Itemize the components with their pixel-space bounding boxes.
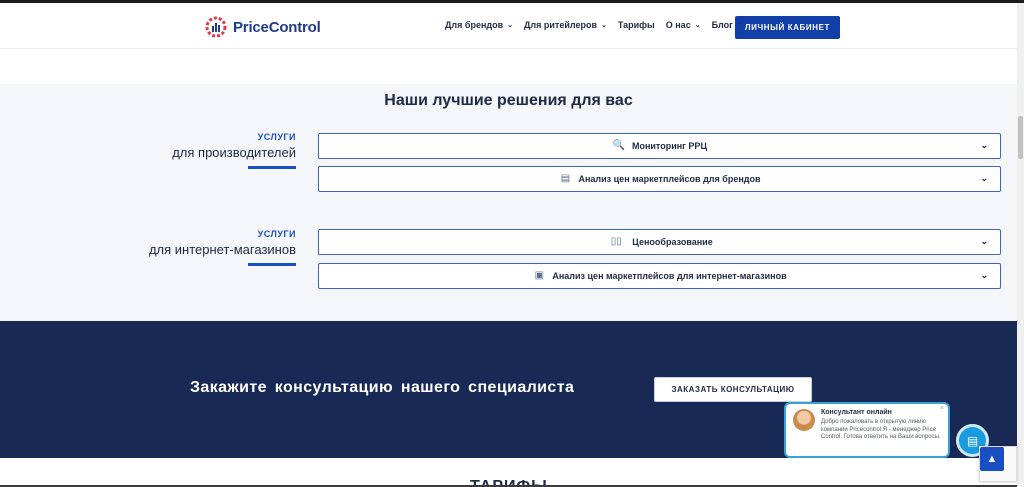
- solutions-section: Наши лучшие решения для вас УСЛУГИ для п…: [0, 84, 1017, 321]
- chevron-down-icon: ⌄: [507, 22, 513, 29]
- nav-item-label: О нас: [665, 20, 691, 30]
- scroll-to-top-button[interactable]: ▲: [980, 447, 1004, 471]
- nav-item-label: Для брендов: [445, 20, 504, 30]
- document-search-icon: ▤: [560, 173, 571, 184]
- nav-item-label: Блог: [711, 20, 733, 30]
- group-name: для производителей: [172, 145, 296, 160]
- consultant-avatar: [793, 409, 815, 431]
- group-name: для интернет-магазинов: [148, 242, 296, 257]
- main-nav: Для брендов ⌄ Для ритейлеров ⌄ Тарифы О …: [445, 20, 744, 30]
- nav-item-label: Для ритейлеров: [524, 20, 597, 30]
- accordion-marketplace-brands[interactable]: ▤ Анализ цен маркетплейсов для брендов ⌄: [318, 166, 1001, 192]
- page-scrollbar[interactable]: [1017, 3, 1024, 487]
- chat-message: Добро пожаловать в открытую линию компан…: [821, 419, 941, 440]
- group-underline: [248, 166, 296, 169]
- order-consultation-button[interactable]: ЗАКАЗАТЬ КОНСУЛЬТАЦИЮ: [654, 377, 812, 402]
- chevron-down-icon: ⌄: [694, 22, 701, 29]
- magnifier-icon: 🔍: [612, 140, 626, 151]
- accordion-label: Мониторинг РРЦ: [631, 141, 708, 151]
- group-header-manufacturers: УСЛУГИ для производителей: [172, 132, 296, 160]
- accordion-label: Анализ цен маркетплейсов для интернет-ма…: [552, 271, 787, 281]
- chevron-up-icon: ▲: [986, 453, 998, 465]
- gear-chart-logo-icon: [205, 16, 227, 38]
- consultation-heading: Закажите консультацию нашего специалиста: [190, 379, 575, 396]
- price-tags-icon: ▯▯: [610, 236, 622, 247]
- chevron-down-icon: ⌄: [980, 236, 988, 246]
- group-kicker: УСЛУГИ: [257, 132, 296, 142]
- logo[interactable]: PriceControl: [204, 15, 321, 39]
- group-kicker: УСЛУГИ: [257, 229, 296, 239]
- chevron-down-icon: ⌄: [980, 140, 988, 150]
- chevron-down-icon: ⌄: [601, 22, 607, 29]
- nav-item-brands[interactable]: Для брендов ⌄: [445, 20, 513, 30]
- chat-title: Консультант онлайн: [821, 409, 892, 416]
- personal-cabinet-button[interactable]: ЛИЧНЫЙ КАБИНЕТ: [735, 16, 840, 39]
- scrollbar-thumb[interactable]: [1018, 116, 1023, 159]
- accordion-label: Ценообразование: [632, 237, 713, 247]
- chat-bubble-icon: ▤: [966, 433, 979, 448]
- logo-text: PriceControl: [233, 18, 321, 36]
- section-title: Наши лучшие решения для вас: [384, 92, 633, 109]
- accordion-label: Анализ цен маркетплейсов для брендов: [578, 174, 761, 184]
- accordion-marketplace-stores[interactable]: ▣ Анализ цен маркетплейсов для интернет-…: [318, 263, 1001, 289]
- nav-item-tariffs[interactable]: Тарифы: [618, 20, 655, 30]
- nav-item-about[interactable]: О нас ⌄: [666, 20, 701, 30]
- chat-popup[interactable]: Консультант онлайн Добро пожаловать в от…: [784, 402, 950, 458]
- group-header-ecommerce: УСЛУГИ для интернет-магазинов: [149, 229, 296, 257]
- site-header: PriceControl Для брендов ⌄ Для ритейлеро…: [0, 3, 1017, 49]
- group-underline: [248, 263, 296, 266]
- chevron-down-icon: ⌄: [980, 270, 988, 280]
- chevron-down-icon: ⌄: [980, 173, 988, 183]
- nav-item-label: Тарифы: [617, 20, 655, 30]
- nav-item-retailers[interactable]: Для ритейлеров ⌄: [524, 20, 607, 30]
- accordion-pricing[interactable]: ▯▯ Ценообразование ⌄: [318, 229, 1001, 255]
- store-analytics-icon: ▣: [534, 270, 545, 281]
- accordion-rrc-monitoring[interactable]: 🔍 Мониторинг РРЦ ⌄: [318, 133, 1001, 159]
- nav-item-blog[interactable]: Блог: [712, 20, 733, 30]
- close-icon[interactable]: ×: [940, 405, 944, 412]
